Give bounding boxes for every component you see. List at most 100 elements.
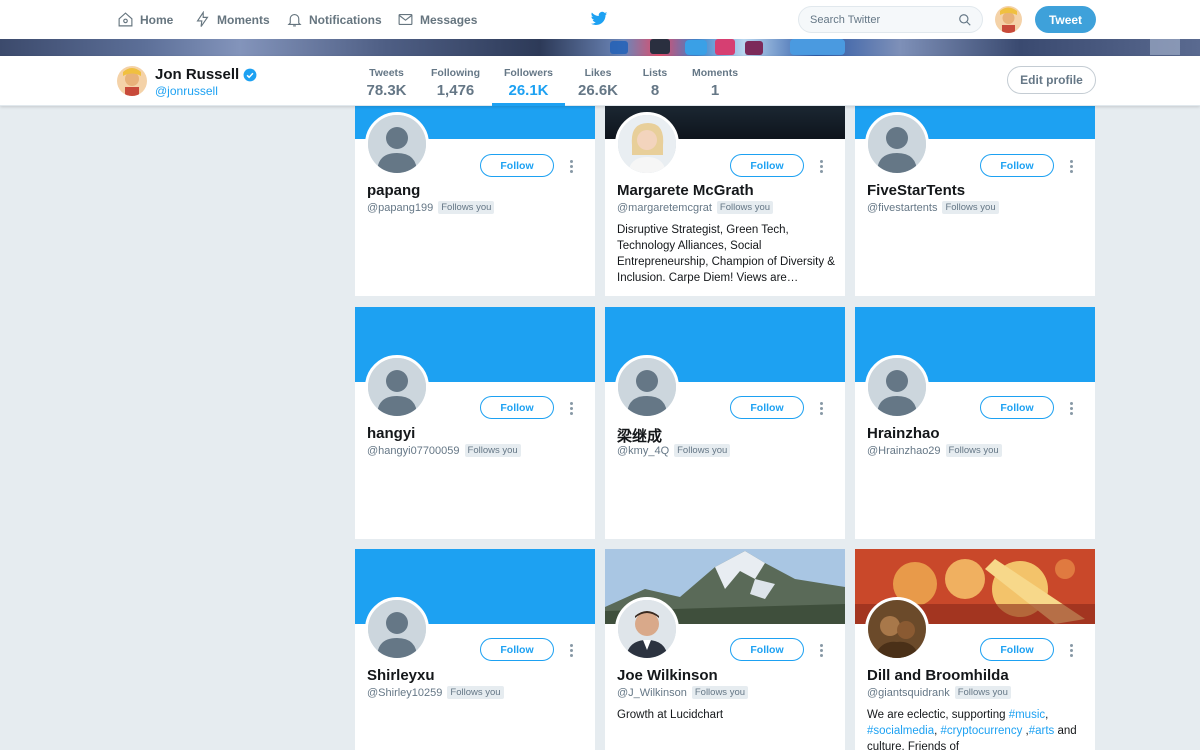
card-avatar[interactable] [615, 597, 679, 661]
profile-nav-bar: Jon Russell @jonrussell Tweets 78.3K Fol… [0, 56, 1200, 106]
follower-card[interactable]: Follow Margarete McGrath @margaretemcgra… [605, 106, 845, 296]
default-avatar-icon[interactable] [365, 112, 429, 176]
card-name[interactable]: Hrainzhao [867, 425, 940, 442]
twitter-bird-logo-icon[interactable] [590, 10, 608, 28]
nav-notifications-label: Notifications [309, 12, 382, 27]
stat-tweets[interactable]: Tweets 78.3K [364, 67, 409, 99]
default-avatar-icon[interactable] [865, 355, 929, 419]
follow-button[interactable]: Follow [980, 638, 1054, 661]
follow-button[interactable]: Follow [730, 638, 804, 661]
more-options-icon[interactable] [1065, 158, 1077, 174]
card-handle[interactable]: @papang199 [367, 202, 433, 214]
follower-card[interactable]: Follow Hrainzhao @Hrainzhao29 Follows yo… [855, 307, 1095, 539]
stat-moments-value: 1 [710, 82, 720, 99]
card-handle[interactable]: @Shirley10259 [367, 687, 442, 699]
more-options-icon[interactable] [1065, 400, 1077, 416]
card-handle[interactable]: @fivestartents [867, 202, 937, 214]
more-options-icon[interactable] [815, 642, 827, 658]
follower-card[interactable]: Follow Dill and Broomhilda @giantsquidra… [855, 549, 1095, 750]
stat-followers-value: 26.1K [508, 82, 549, 99]
default-avatar-icon[interactable] [365, 355, 429, 419]
card-name[interactable]: 梁继成 [617, 425, 662, 446]
profile-banner [0, 39, 1200, 56]
card-handle[interactable]: @kmy_4Q [617, 445, 669, 457]
default-avatar-icon[interactable] [865, 112, 929, 176]
follow-button[interactable]: Follow [980, 396, 1054, 419]
follows-you-badge: Follows you [464, 444, 521, 457]
card-handle[interactable]: @margaretemcgrat [617, 202, 712, 214]
more-options-icon[interactable] [815, 158, 827, 174]
card-handle[interactable]: @Hrainzhao29 [867, 445, 941, 457]
hashtag-link[interactable]: #music [1009, 709, 1045, 721]
more-options-icon[interactable] [1065, 642, 1077, 658]
follower-card[interactable]: Follow 梁继成 @kmy_4Q Follows you [605, 307, 845, 539]
envelope-icon [398, 13, 413, 26]
more-options-icon[interactable] [815, 400, 827, 416]
more-options-icon[interactable] [565, 642, 577, 658]
card-bio: Disruptive Strategist, Green Tech, Techn… [617, 224, 835, 284]
card-name[interactable]: papang [367, 182, 420, 199]
nav-messages-label: Messages [420, 12, 478, 27]
card-handle[interactable]: @J_Wilkinson [617, 687, 687, 699]
search-icon[interactable] [958, 13, 972, 27]
more-options-icon[interactable] [565, 158, 577, 174]
card-name[interactable]: Shirleyxu [367, 667, 435, 684]
profile-avatar[interactable] [117, 66, 147, 96]
follows-you-badge: Follows you [691, 686, 749, 699]
hashtag-link[interactable]: #cryptocurrency [941, 725, 1023, 737]
profile-name-text: Jon Russell [155, 66, 240, 83]
default-avatar-icon[interactable] [365, 597, 429, 661]
stat-followers-label: Followers [503, 67, 553, 79]
stat-moments-label: Moments [691, 67, 739, 79]
card-handle-row: @hangyi07700059 Follows you [367, 444, 521, 457]
account-avatar[interactable] [995, 6, 1022, 33]
follow-button[interactable]: Follow [480, 638, 554, 661]
card-handle-row: @giantsquidrank Follows you [867, 686, 1011, 699]
card-avatar[interactable] [615, 112, 679, 176]
hashtag-link[interactable]: #arts [1029, 725, 1055, 737]
follower-card[interactable]: Follow Joe Wilkinson @J_Wilkinson Follow… [605, 549, 845, 750]
more-options-icon[interactable] [565, 400, 577, 416]
follow-button[interactable]: Follow [980, 154, 1054, 177]
card-bio: We are eclectic, supporting #music, #soc… [867, 707, 1085, 750]
card-avatar[interactable] [865, 597, 929, 661]
search-input[interactable] [799, 7, 949, 32]
stat-following-label: Following [431, 67, 480, 79]
follower-card[interactable]: Follow papang @papang199 Follows you [355, 106, 595, 296]
nav-notifications[interactable]: Notifications [286, 0, 382, 39]
card-handle[interactable]: @hangyi07700059 [367, 445, 460, 457]
nav-moments[interactable]: Moments [194, 0, 270, 39]
stat-followers[interactable]: Followers 26.1K [500, 67, 557, 99]
follow-button[interactable]: Follow [480, 154, 554, 177]
follower-card[interactable]: Follow FiveStarTents @fivestartents Foll… [855, 106, 1095, 296]
stat-moments[interactable]: Moments 1 [688, 67, 742, 99]
tweet-button[interactable]: Tweet [1035, 6, 1096, 33]
stat-following-value: 1,476 [436, 82, 475, 99]
edit-profile-button[interactable]: Edit profile [1007, 66, 1096, 94]
stat-tweets-label: Tweets [369, 67, 404, 79]
stat-following[interactable]: Following 1,476 [428, 67, 483, 99]
follower-card[interactable]: Follow hangyi @hangyi07700059 Follows yo… [355, 307, 595, 539]
card-name[interactable]: Margarete McGrath [617, 182, 754, 199]
follow-button[interactable]: Follow [730, 154, 804, 177]
nav-home[interactable]: Home [117, 0, 173, 39]
card-handle[interactable]: @giantsquidrank [867, 687, 950, 699]
default-avatar-icon[interactable] [615, 355, 679, 419]
stat-tweets-value: 78.3K [366, 82, 407, 99]
hashtag-link[interactable]: #socialmedia [867, 725, 934, 737]
follower-card[interactable]: Follow Shirleyxu @Shirley10259 Follows y… [355, 549, 595, 750]
card-name[interactable]: Dill and Broomhilda [867, 667, 1009, 684]
card-name[interactable]: FiveStarTents [867, 182, 965, 199]
follows-you-badge: Follows you [942, 201, 999, 214]
profile-name[interactable]: Jon Russell [155, 66, 257, 83]
card-name[interactable]: Joe Wilkinson [617, 667, 718, 684]
card-name[interactable]: hangyi [367, 425, 415, 442]
follow-button[interactable]: Follow [480, 396, 554, 419]
follows-you-badge: Follows you [945, 444, 1002, 457]
profile-handle[interactable]: @jonrussell [155, 84, 218, 98]
card-handle-row: @kmy_4Q Follows you [617, 444, 731, 457]
nav-messages[interactable]: Messages [397, 0, 477, 39]
stat-lists[interactable]: Lists 8 [639, 67, 671, 99]
stat-likes[interactable]: Likes 26.6K [575, 67, 621, 99]
follow-button[interactable]: Follow [730, 396, 804, 419]
